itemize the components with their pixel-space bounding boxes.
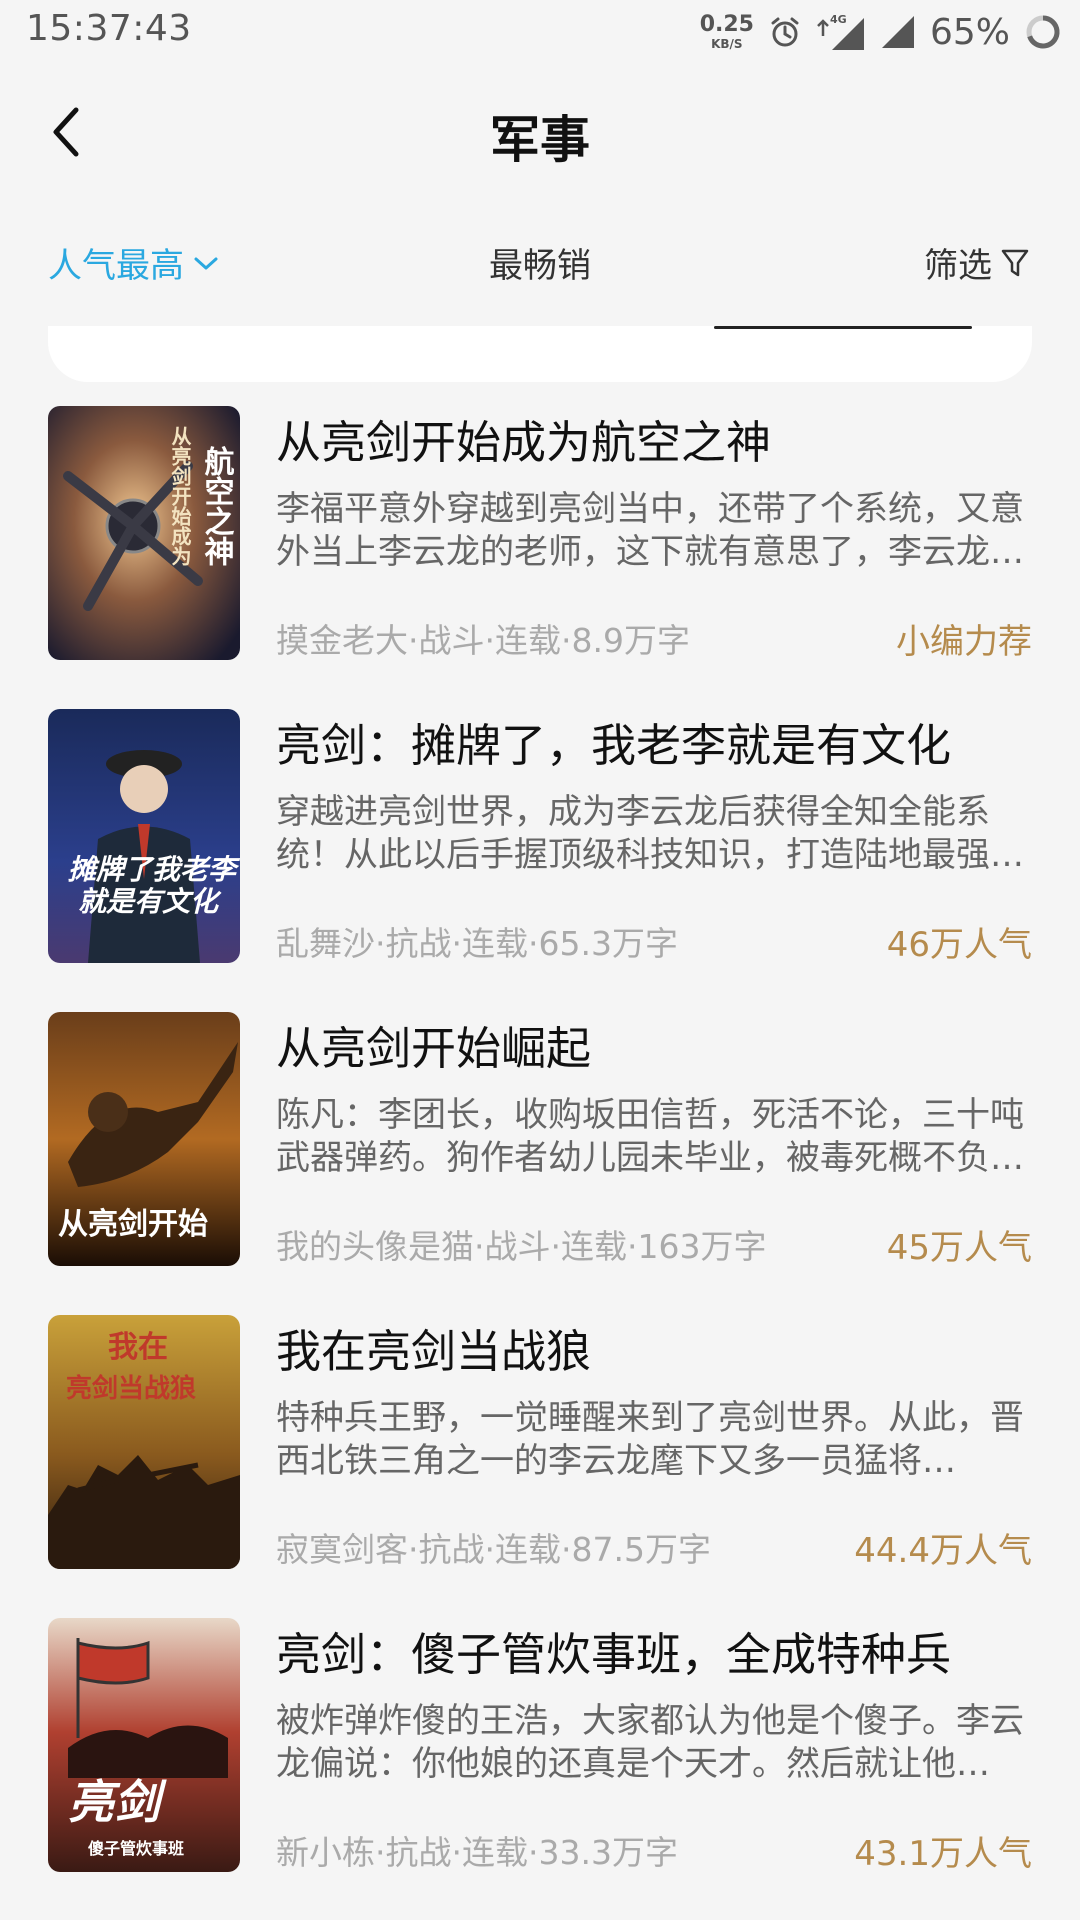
filter-label: 筛选 bbox=[924, 246, 992, 286]
book-meta: 乱舞沙·抗战·连载·65.3万字 bbox=[276, 924, 678, 963]
svg-text:从亮剑开始: 从亮剑开始 bbox=[58, 1207, 208, 1242]
banner-indicator bbox=[714, 326, 972, 329]
banner-card[interactable] bbox=[48, 326, 1032, 382]
book-cover: 航空之神 从亮剑开始成为 bbox=[48, 406, 240, 660]
svg-text:傻子管炊事班: 傻子管炊事班 bbox=[88, 1839, 184, 1858]
book-item[interactable]: 我在 亮剑当战狼 我在亮剑当战狼 特种兵王野，一觉睡醒来到了亮剑世界。从此，晋西… bbox=[0, 1313, 1080, 1571]
svg-text:我在: 我在 bbox=[108, 1330, 168, 1365]
signal-4g-icon: 4G bbox=[816, 12, 866, 52]
tab-bestseller-label: 最畅销 bbox=[489, 246, 591, 286]
status-icons: 0.25 KB/S 4G 65% bbox=[700, 6, 1062, 58]
book-description: 李福平意外穿越到亮剑当中，还带了个系统，又意外当上李云龙的老师，这下就有意思了，… bbox=[276, 489, 1024, 572]
signal-icon bbox=[880, 14, 916, 50]
alarm-icon bbox=[768, 15, 802, 49]
svg-text:摊牌了我老李: 摊牌了我老李 bbox=[68, 853, 240, 886]
battery-ring-icon bbox=[1024, 13, 1062, 51]
book-item[interactable]: 从亮剑开始 从亮剑开始崛起 陈凡：李团长，收购坂田信哲，死活不论，三十吨武器弹药… bbox=[0, 1010, 1080, 1268]
svg-text:航空之神: 航空之神 bbox=[199, 445, 235, 566]
book-badge: 46万人气 bbox=[886, 925, 1032, 965]
net-speed-unit: KB/S bbox=[711, 37, 743, 51]
svg-text:就是有文化: 就是有文化 bbox=[78, 885, 222, 918]
book-description: 特种兵王野，一觉睡醒来到了亮剑世界。从此，晋西北铁三角之一的李云龙麾下又多一员猛… bbox=[276, 1398, 1024, 1481]
book-cover: 从亮剑开始 bbox=[48, 1012, 240, 1266]
svg-text:亮剑当战狼: 亮剑当战狼 bbox=[66, 1373, 196, 1404]
book-title: 亮剑：摊牌了，我老李就是有文化 bbox=[276, 719, 952, 772]
book-description: 陈凡：李团长，收购坂田信哲，死活不论，三十吨武器弹药。狗作者幼儿园未毕业，被毒死… bbox=[276, 1095, 1024, 1178]
book-badge: 43.1万人气 bbox=[854, 1834, 1032, 1874]
book-title: 我在亮剑当战狼 bbox=[276, 1325, 592, 1378]
header: 军事 bbox=[0, 62, 1080, 202]
book-meta: 我的头像是猫·战斗·连载·163万字 bbox=[276, 1227, 767, 1266]
page-title: 军事 bbox=[490, 111, 590, 169]
network-label: 4G bbox=[830, 13, 847, 26]
status-bar: 15:37:43 0.25 KB/S 4G 65% bbox=[0, 0, 1080, 62]
net-speed: 0.25 KB/S bbox=[699, 12, 754, 51]
book-title: 从亮剑开始崛起 bbox=[276, 1022, 592, 1075]
book-badge: 45万人气 bbox=[886, 1228, 1032, 1268]
net-speed-value: 0.25 bbox=[699, 12, 754, 37]
filter-button[interactable]: 筛选 bbox=[924, 238, 1030, 287]
book-cover: 我在 亮剑当战狼 bbox=[48, 1315, 240, 1569]
book-item[interactable]: 航空之神 从亮剑开始成为 从亮剑开始成为航空之神 李福平意外穿越到亮剑当中，还带… bbox=[0, 404, 1080, 662]
funnel-icon bbox=[1001, 249, 1029, 276]
book-title: 从亮剑开始成为航空之神 bbox=[276, 416, 772, 469]
book-meta: 寂寞剑客·抗战·连载·87.5万字 bbox=[276, 1530, 711, 1569]
svg-text:亮剑: 亮剑 bbox=[68, 1775, 167, 1829]
book-cover: 摊牌了我老李 就是有文化 bbox=[48, 709, 240, 963]
book-cover: 亮剑 傻子管炊事班 bbox=[48, 1618, 240, 1872]
sort-tabs: 人气最高 最畅销 筛选 bbox=[0, 230, 1080, 300]
book-title: 亮剑：傻子管炊事班，全成特种兵 bbox=[276, 1628, 952, 1681]
tab-bestseller[interactable]: 最畅销 bbox=[0, 238, 1080, 287]
book-description: 被炸弹炸傻的王浩，大家都认为他是个傻子。李云龙偏说：你他娘的还真是个天才。然后就… bbox=[276, 1701, 1024, 1784]
book-meta: 新小栋·抗战·连载·33.3万字 bbox=[276, 1833, 678, 1872]
book-badge: 44.4万人气 bbox=[854, 1531, 1032, 1571]
book-meta: 摸金老大·战斗·连载·8.9万字 bbox=[276, 621, 690, 660]
book-item[interactable]: 摊牌了我老李 就是有文化 亮剑：摊牌了，我老李就是有文化 穿越进亮剑世界，成为李… bbox=[0, 707, 1080, 965]
status-time: 15:37:43 bbox=[26, 8, 192, 49]
book-description: 穿越进亮剑世界，成为李云龙后获得全知全能系统！从此以后手握顶级科技知识，打造陆地… bbox=[276, 792, 1024, 875]
svg-text:从亮剑开始成为: 从亮剑开始成为 bbox=[168, 426, 192, 566]
book-badge: 小编力荐 bbox=[896, 622, 1032, 662]
battery-percent: 65% bbox=[929, 11, 1010, 53]
book-item[interactable]: 亮剑 傻子管炊事班 亮剑：傻子管炊事班，全成特种兵 被炸弹炸傻的王浩，大家都认为… bbox=[0, 1616, 1080, 1874]
